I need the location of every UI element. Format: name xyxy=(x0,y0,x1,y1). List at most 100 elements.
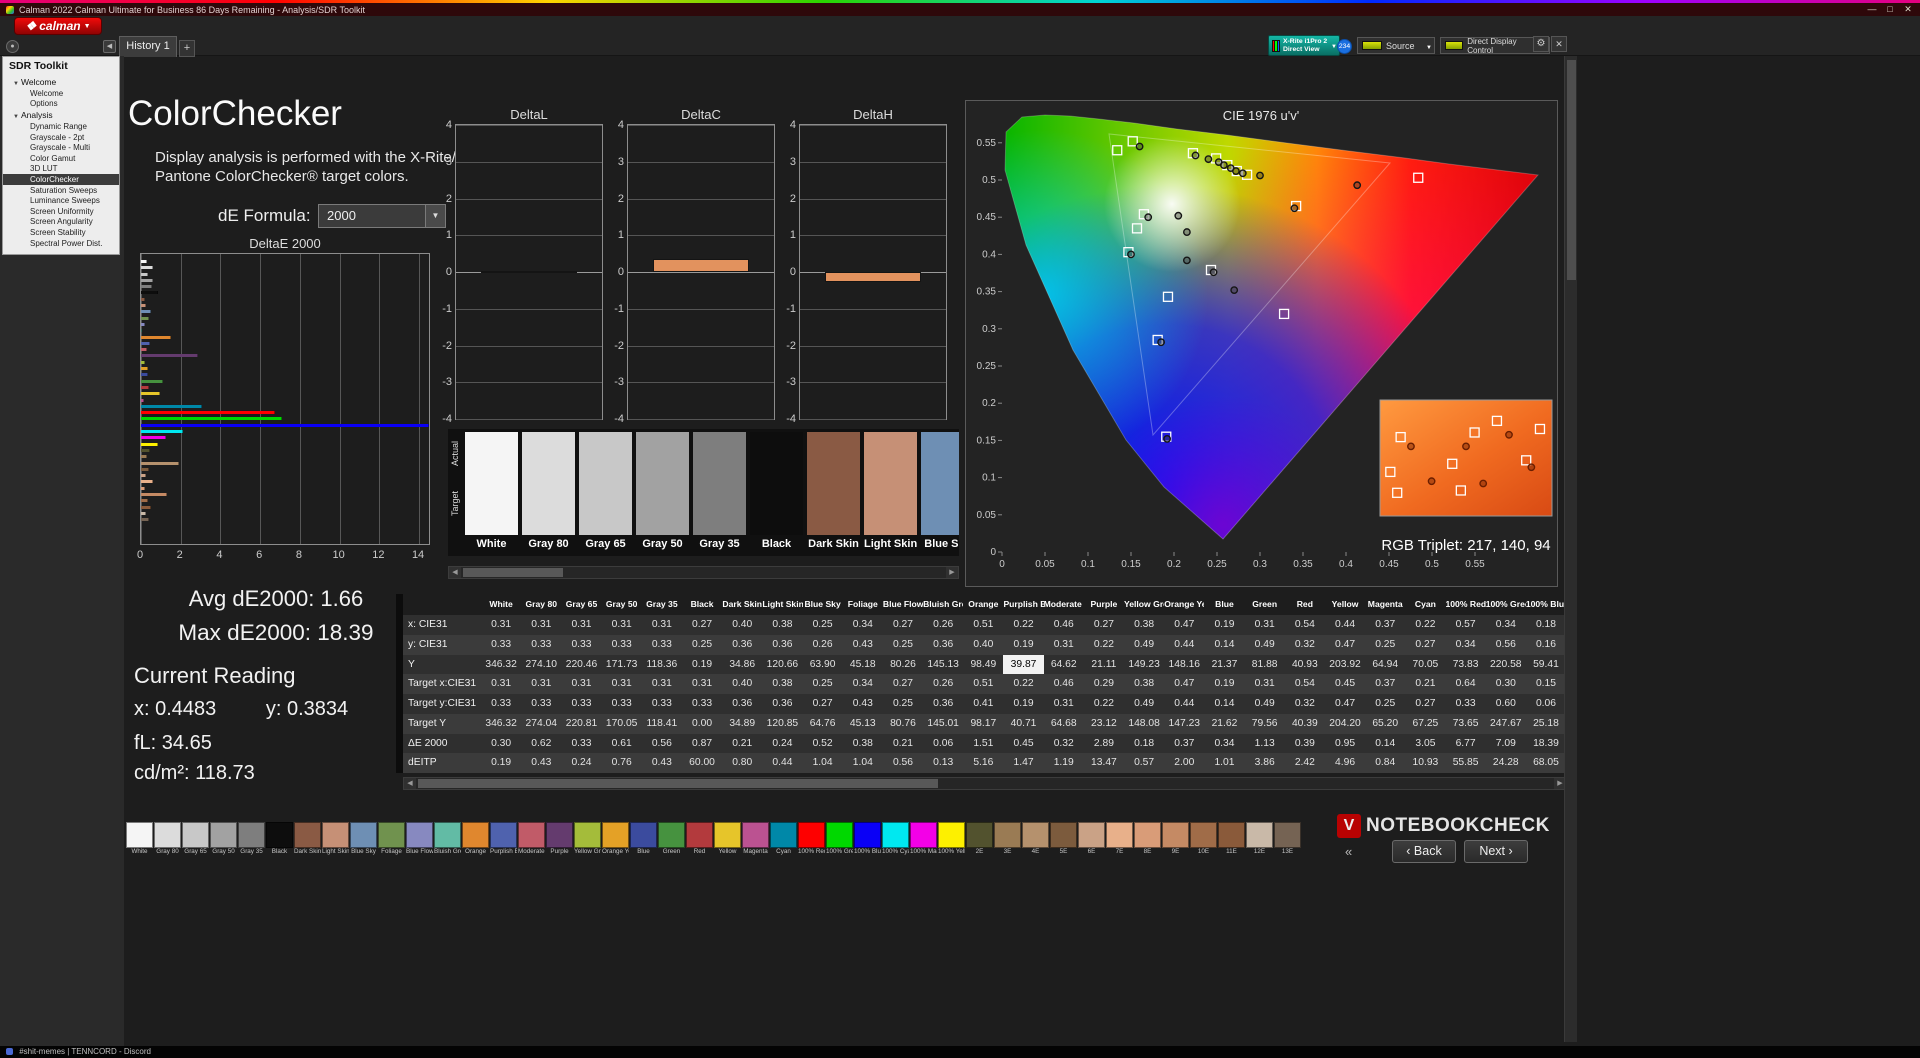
current-reading-heading: Current Reading xyxy=(134,663,296,688)
deltae-bar-gray-65 xyxy=(141,272,148,276)
column-header: Black xyxy=(690,599,714,609)
source-selector-button[interactable]: Source ▼ xyxy=(1357,37,1435,54)
deltae-bar-moderate-red xyxy=(141,348,148,352)
svg-text:0.5: 0.5 xyxy=(1425,559,1439,570)
swatch-black: Black xyxy=(750,432,803,553)
sidebar-collapse-button[interactable]: ◀ xyxy=(103,40,116,53)
sdr-toolkit-panel: SDR Toolkit ▼ Welcome Welcome Options ▼ Analy… xyxy=(2,56,120,256)
strip-patch-2e: 2E xyxy=(966,822,993,857)
de-formula-label: dE Formula: xyxy=(218,206,311,225)
patch-sequence-strip: White Gray 80 Gray 65 Gray 50 Gray 35 Black Da… xyxy=(126,822,1302,857)
sidebar-item-options[interactable]: Options xyxy=(3,99,119,110)
sidebar-item-grayscale-2pt[interactable]: Grayscale - 2pt xyxy=(3,132,119,143)
deltae-bar-100-red xyxy=(141,411,276,415)
sidebar-pin-button[interactable]: ● xyxy=(6,40,19,53)
close-button[interactable]: ✕ xyxy=(1900,4,1916,15)
sidebar-item-screen-uniformity[interactable]: Screen Uniformity xyxy=(3,206,119,217)
tree-group-analysis[interactable]: ▼ Analysis xyxy=(3,109,119,121)
sidebar-item-screen-stability[interactable]: Screen Stability xyxy=(3,227,119,238)
svg-text:0.2: 0.2 xyxy=(1167,559,1181,570)
app-icon xyxy=(6,6,14,14)
scroll-left-icon[interactable]: ◀ xyxy=(404,778,416,789)
taskbar-window-title[interactable]: #shit-memes | TENNCORD - Discord xyxy=(19,1047,151,1056)
strip-patch-purple: Purple xyxy=(546,822,573,857)
scroll-thumb[interactable] xyxy=(418,779,938,788)
source-color-icon xyxy=(1362,41,1382,50)
settings-gear-button[interactable]: ⚙ xyxy=(1533,36,1549,52)
column-header: Blue Flower xyxy=(882,599,924,609)
scroll-thumb[interactable] xyxy=(1567,60,1576,280)
table-scrollbar[interactable]: ◀ ▶ xyxy=(403,777,1567,790)
svg-text:0.5: 0.5 xyxy=(982,175,996,186)
deltae-bar-yellow xyxy=(141,392,160,396)
svg-text:0.25: 0.25 xyxy=(977,361,997,372)
calman-menu-button[interactable]: ❖ calman ▼ xyxy=(14,17,102,35)
cie-title: CIE 1976 u'v' xyxy=(1223,108,1300,123)
sidebar-item-color-gamut[interactable]: Color Gamut xyxy=(3,153,119,164)
strip-patch-blue: Blue xyxy=(630,822,657,857)
svg-text:0.1: 0.1 xyxy=(1081,559,1095,570)
sidebar-item-spectral-power-dist-[interactable]: Spectral Power Dist. xyxy=(3,238,119,249)
fl-readout: fL: 34.65 xyxy=(134,732,212,754)
display-control-color-icon xyxy=(1445,41,1464,50)
tree-group-welcome[interactable]: ▼ Welcome xyxy=(3,76,119,88)
strip-patch-100-red: 100% Red xyxy=(798,822,825,857)
meter-selector-button[interactable]: X-Rite i1Pro 2 Direct View ▼ xyxy=(1268,35,1340,56)
strip-patch-9e: 9E xyxy=(1162,822,1189,857)
column-header: Purplish Blue xyxy=(1003,599,1044,609)
target-label: Target xyxy=(450,491,460,517)
title-bar: Calman 2022 Calman Ultimate for Business… xyxy=(0,3,1920,16)
strip-patch-gray-65: Gray 65 xyxy=(182,822,209,857)
tab-history-1[interactable]: History 1 xyxy=(119,36,177,57)
strip-patch-12e: 12E xyxy=(1246,822,1273,857)
deltae-bar-foliage xyxy=(141,316,149,320)
svg-text:0.45: 0.45 xyxy=(1379,559,1399,570)
sidebar-item-dynamic-range[interactable]: Dynamic Range xyxy=(3,121,119,132)
column-header: Orange Yellow xyxy=(1164,599,1205,609)
sidebar-item-luminance-sweeps[interactable]: Luminance Sweeps xyxy=(3,195,119,206)
table-row: Target x:CIE31 0.31 0.31 0.31 0.31 0.31 0.31 0.… xyxy=(403,674,1567,694)
deltal-title: DeltaL xyxy=(510,107,548,122)
sidebar-item-welcome[interactable]: Welcome xyxy=(3,88,119,99)
back-button[interactable]: ‹ Back xyxy=(1392,840,1456,863)
vertical-scrollbar[interactable] xyxy=(1564,56,1577,1042)
app-header: ❖ calman ▼ ● ◀ History 1 + X-Rite i1Pro … xyxy=(0,16,1920,57)
sidebar-item-3d-lut[interactable]: 3D LUT xyxy=(3,164,119,175)
strip-patch-3e: 3E xyxy=(994,822,1021,857)
scroll-left-icon[interactable]: ◀ xyxy=(449,567,461,578)
svg-text:0.3: 0.3 xyxy=(982,324,996,335)
swatch-scrollbar[interactable]: ◀ ▶ xyxy=(448,566,959,579)
minimize-button[interactable]: — xyxy=(1864,4,1880,15)
strip-patch-4e: 4E xyxy=(1022,822,1049,857)
deltae-bar-100-yellow xyxy=(141,442,158,446)
maximize-button[interactable]: □ xyxy=(1882,4,1898,15)
de-formula-dropdown[interactable]: 2000 ▼ xyxy=(318,204,446,228)
swatch-gray-35: Gray 35 xyxy=(693,432,746,553)
table-row: Target Y 346.32 274.04 220.81 170.05 118.41 0.… xyxy=(403,713,1567,734)
max-de2000-readout: Max dE2000: 18.39 xyxy=(178,620,374,645)
column-header: Blue Sky xyxy=(804,599,841,609)
sidebar-item-grayscale-multi[interactable]: Grayscale - Multi xyxy=(3,142,119,153)
panel-close-button[interactable]: ✕ xyxy=(1551,36,1567,52)
add-tab-button[interactable]: + xyxy=(179,40,195,57)
sidebar-item-colorchecker[interactable]: ColorChecker xyxy=(3,174,119,185)
deltae-bar-blue xyxy=(141,373,148,377)
scroll-right-icon[interactable]: ▶ xyxy=(946,567,958,578)
swatch-blue-sky: Blue Sky xyxy=(921,432,959,553)
fast-back-button[interactable]: « xyxy=(1345,844,1352,859)
deltae-bar-blue-sky xyxy=(141,310,152,314)
svg-text:0.35: 0.35 xyxy=(977,287,997,298)
sidebar-item-screen-angularity[interactable]: Screen Angularity xyxy=(3,217,119,228)
table-row: x: CIE31 0.31 0.31 0.31 0.31 0.31 0.27 0.40 0.38… xyxy=(403,615,1567,635)
scroll-thumb[interactable] xyxy=(463,568,563,577)
strip-patch-black: Black xyxy=(266,822,293,857)
window-title: Calman 2022 Calman Ultimate for Business… xyxy=(19,5,365,15)
deltae2000-bar-chart xyxy=(140,253,430,545)
sidebar-item-saturation-sweeps[interactable]: Saturation Sweeps xyxy=(3,185,119,196)
deltae-bar-orange xyxy=(141,335,171,339)
deltae-bar-black xyxy=(141,291,159,295)
next-button[interactable]: Next › xyxy=(1464,840,1528,863)
deltae-bar-13e xyxy=(141,518,149,522)
strip-patch-6e: 6E xyxy=(1078,822,1105,857)
deltac-chart: 4 3 2 1 0 -1 -2 -3 -4 xyxy=(614,119,775,425)
